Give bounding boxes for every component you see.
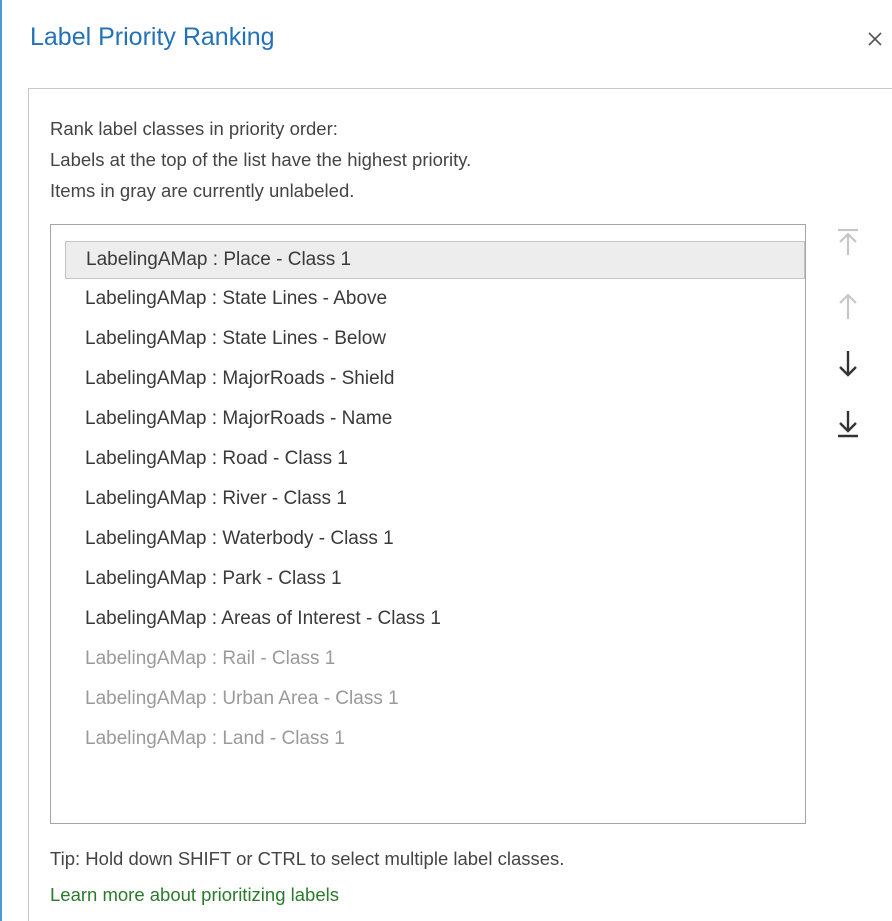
instruction-line-2: Labels at the top of the list have the h… bbox=[50, 149, 472, 170]
list-item-place[interactable]: LabelingAMap : Place - Class 1 bbox=[65, 241, 805, 279]
instruction-line-3: Items in gray are currently unlabeled. bbox=[50, 180, 355, 201]
move-to-top-button[interactable] bbox=[830, 224, 866, 260]
tip-text: Tip: Hold down SHIFT or CTRL to select m… bbox=[50, 848, 565, 869]
list-item-rail[interactable]: LabelingAMap : Rail - Class 1 bbox=[65, 641, 805, 679]
move-to-bottom-button[interactable] bbox=[830, 406, 866, 442]
close-button[interactable] bbox=[858, 22, 892, 56]
learn-more-link[interactable]: Learn more about prioritizing labels bbox=[50, 884, 339, 906]
list-item-state-lines-above[interactable]: LabelingAMap : State Lines - Above bbox=[65, 281, 805, 319]
arrow-down-icon bbox=[839, 351, 857, 377]
list-item-areas-of-interest[interactable]: LabelingAMap : Areas of Interest - Class… bbox=[65, 601, 805, 639]
list-item-land[interactable]: LabelingAMap : Land - Class 1 bbox=[65, 721, 805, 759]
list-item-state-lines-below[interactable]: LabelingAMap : State Lines - Below bbox=[65, 321, 805, 359]
list-item-waterbody[interactable]: LabelingAMap : Waterbody - Class 1 bbox=[65, 521, 805, 559]
dialog-title: Label Priority Ranking bbox=[30, 23, 275, 51]
list-item-river[interactable]: LabelingAMap : River - Class 1 bbox=[65, 481, 805, 519]
instruction-line-1: Rank label classes in priority order: bbox=[50, 118, 338, 139]
move-to-bottom-icon bbox=[838, 411, 858, 438]
move-up-button[interactable] bbox=[830, 288, 866, 324]
arrow-up-icon bbox=[839, 293, 857, 319]
list-item-majorroads-shield[interactable]: LabelingAMap : MajorRoads - Shield bbox=[65, 361, 805, 399]
list-item-urban-area[interactable]: LabelingAMap : Urban Area - Class 1 bbox=[65, 681, 805, 719]
close-icon bbox=[868, 32, 882, 46]
move-to-top-icon bbox=[838, 228, 858, 255]
list-item-park[interactable]: LabelingAMap : Park - Class 1 bbox=[65, 561, 805, 599]
list-item-road[interactable]: LabelingAMap : Road - Class 1 bbox=[65, 441, 805, 479]
label-class-list[interactable]: LabelingAMap : Place - Class 1 LabelingA… bbox=[50, 224, 806, 824]
move-down-button[interactable] bbox=[830, 346, 866, 382]
list-item-majorroads-name[interactable]: LabelingAMap : MajorRoads - Name bbox=[65, 401, 805, 439]
title-bar: Label Priority Ranking bbox=[2, 0, 892, 80]
label-priority-ranking-dialog: Label Priority Ranking Rank label classe… bbox=[0, 0, 892, 921]
